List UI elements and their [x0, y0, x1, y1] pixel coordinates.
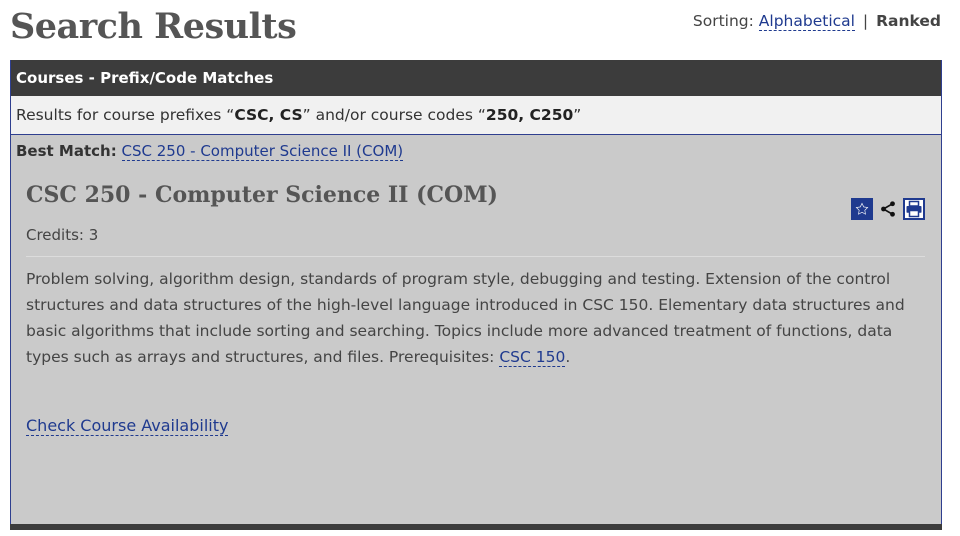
course-card: CSC 250 - Computer Science II (COM) Cred… — [26, 182, 925, 436]
divider — [26, 256, 925, 257]
sort-alphabetical-link[interactable]: Alphabetical — [758, 12, 855, 31]
panel-header: Courses - Prefix/Code Matches — [11, 60, 941, 96]
sort-ranked-active: Ranked — [876, 12, 941, 30]
best-match: Best Match: CSC 250 - Computer Science I… — [16, 142, 941, 161]
courses-panel: Courses - Prefix/Code Matches Results fo… — [10, 60, 942, 530]
results-for-line: Results for course prefixes “CSC, CS” an… — [11, 96, 941, 135]
course-credits: Credits: 3 — [26, 226, 99, 244]
course-description-end: . — [565, 348, 571, 366]
course-description: Problem solving, algorithm design, stand… — [26, 266, 906, 370]
share-icon[interactable] — [877, 198, 899, 220]
panel-footer-bar — [10, 524, 942, 530]
print-icon[interactable] — [903, 198, 925, 220]
availability: Check Course Availability — [26, 416, 925, 436]
sorting-separator: | — [862, 12, 869, 30]
best-match-link[interactable]: CSC 250 - Computer Science II (COM) — [121, 142, 404, 161]
results-for-prefix-text: Results for course prefixes “ — [16, 106, 235, 124]
course-actions — [851, 198, 925, 220]
course-description-text: Problem solving, algorithm design, stand… — [26, 270, 905, 366]
results-for-codes: 250, C250 — [485, 106, 574, 124]
sorting-label: Sorting: — [692, 12, 754, 30]
results-for-middle-text: ” and/or course codes “ — [302, 106, 486, 124]
star-icon[interactable] — [851, 198, 873, 220]
course-title: CSC 250 - Computer Science II (COM) — [26, 182, 498, 208]
prerequisite-link[interactable]: CSC 150 — [499, 348, 566, 367]
check-availability-link[interactable]: Check Course Availability — [26, 416, 229, 436]
results-for-prefixes: CSC, CS — [234, 106, 303, 124]
page-title: Search Results — [10, 6, 297, 47]
sorting-controls: Sorting: Alphabetical | Ranked — [692, 12, 941, 31]
results-for-suffix-text: ” — [573, 106, 582, 124]
best-match-label: Best Match: — [16, 142, 117, 160]
